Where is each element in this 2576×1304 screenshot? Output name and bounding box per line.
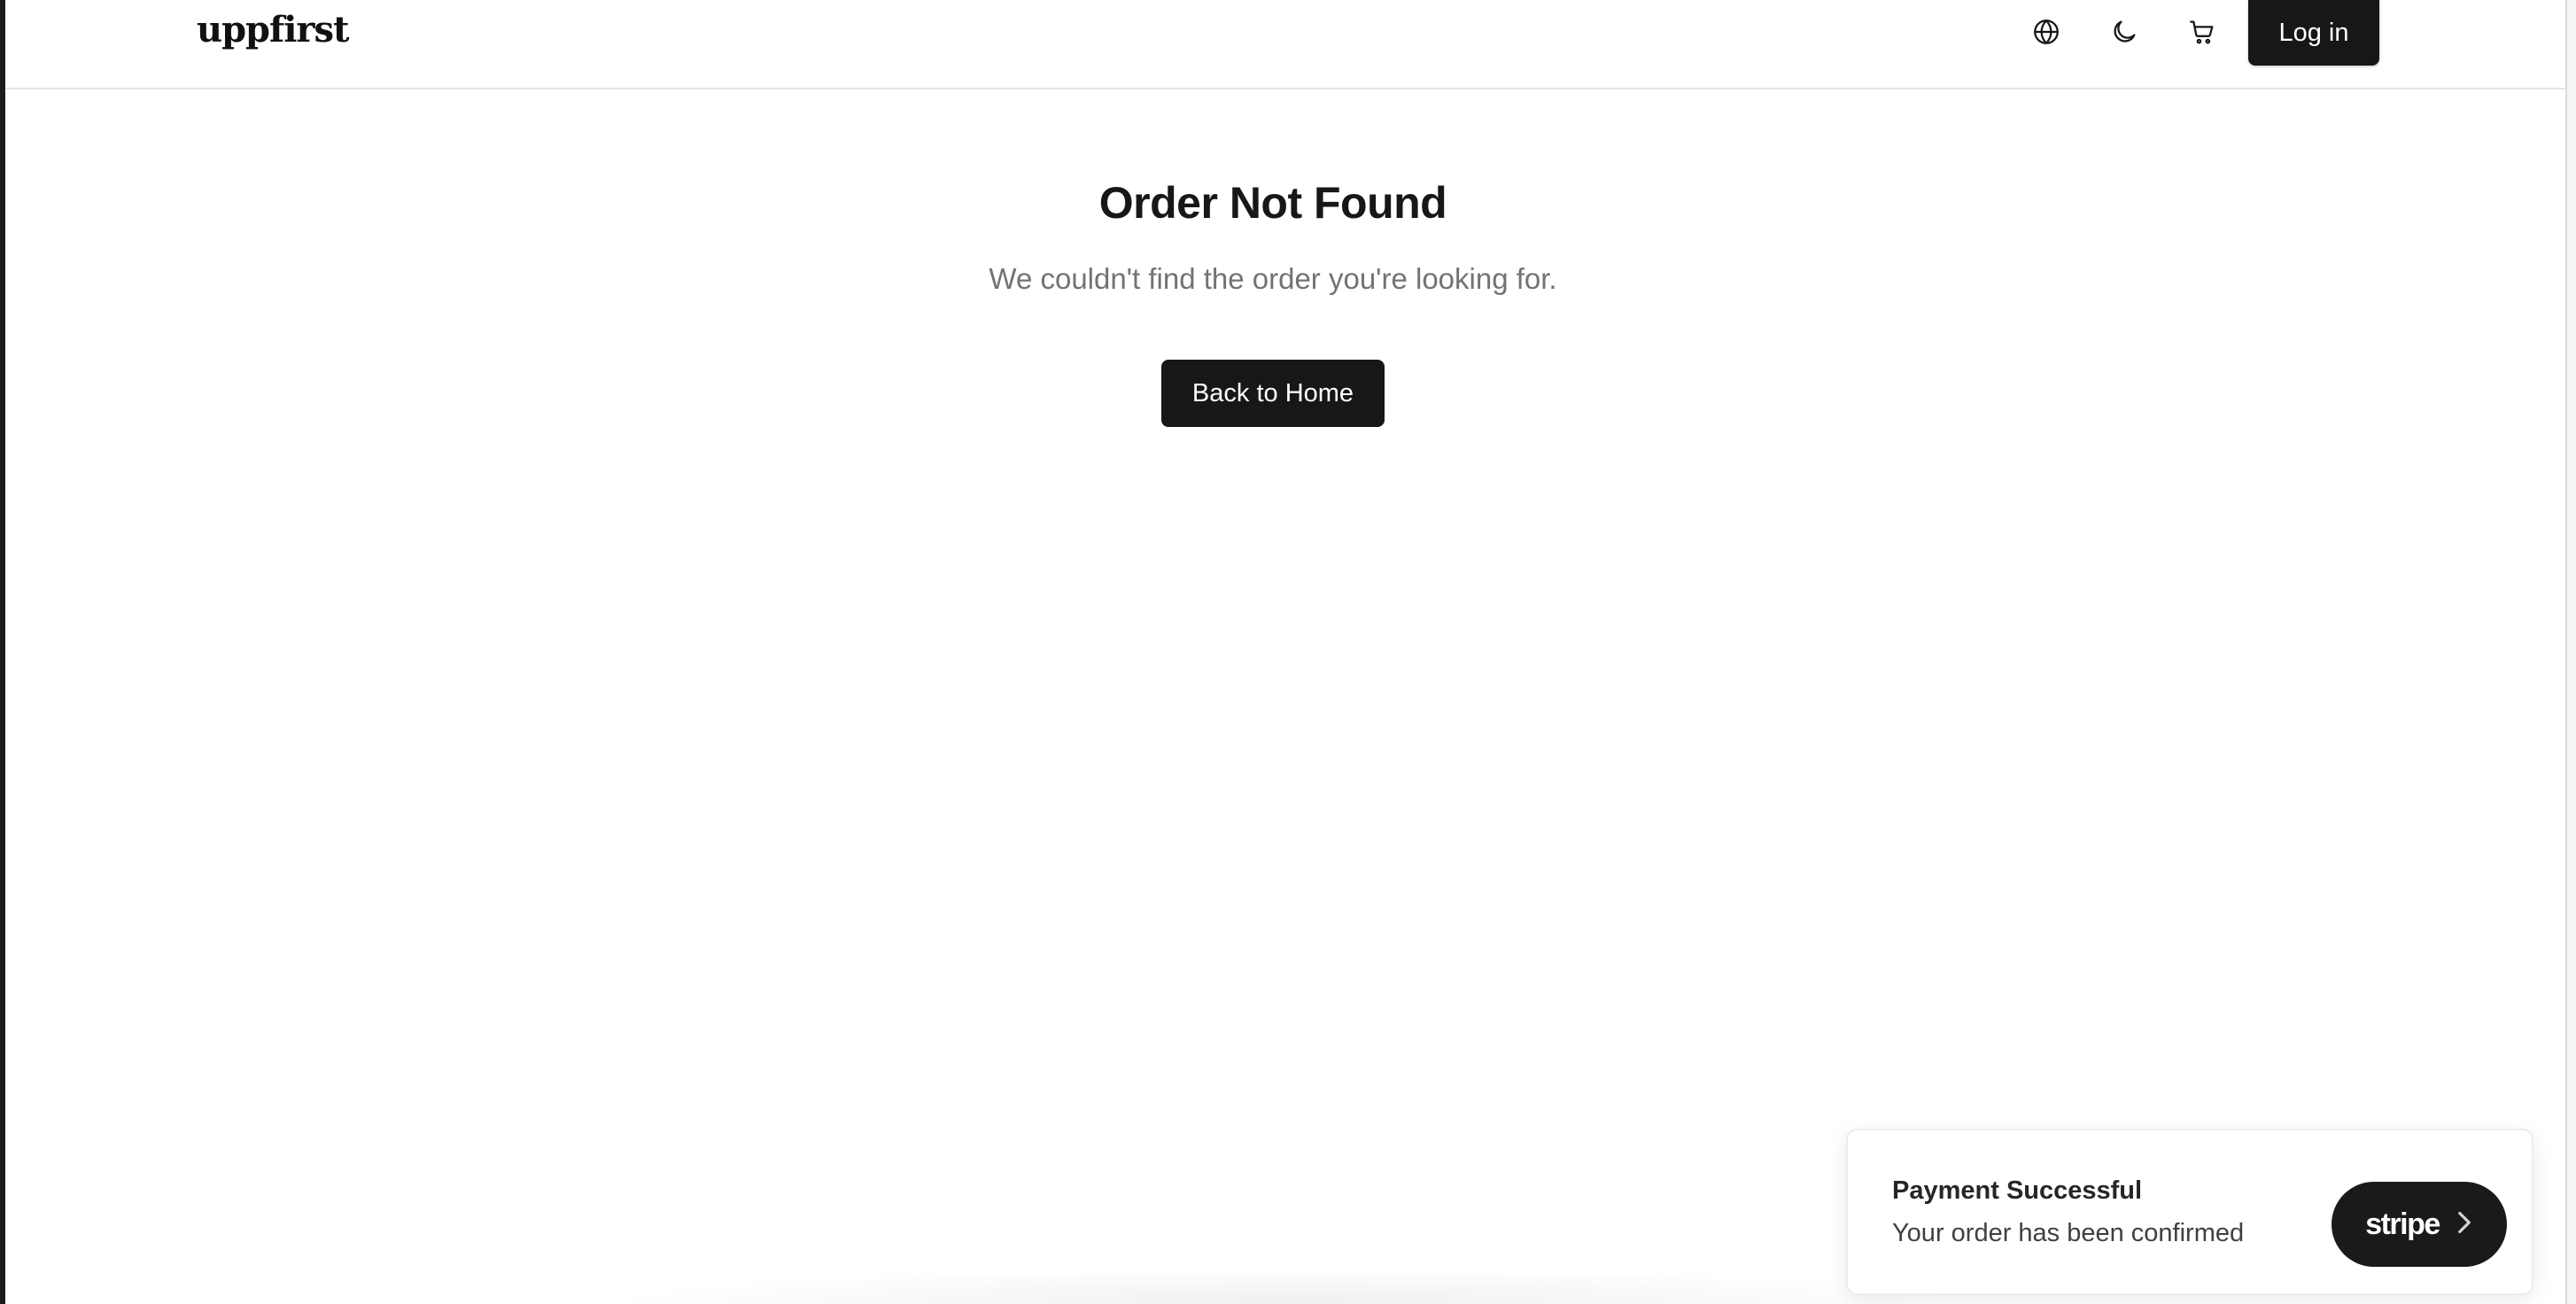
cart-icon[interactable]	[2181, 11, 2223, 53]
chevron-right-icon	[2456, 1210, 2473, 1239]
globe-icon[interactable]	[2025, 11, 2068, 53]
login-button[interactable]: Log in	[2248, 0, 2379, 66]
back-to-home-button[interactable]: Back to Home	[1161, 360, 1385, 427]
site-header: uppfirst Log in	[5, 0, 2565, 89]
toast-message: Your order has been confirmed	[1892, 1219, 2245, 1247]
toast-title: Payment Successful	[1892, 1176, 2143, 1205]
scrollbar[interactable]	[2567, 0, 2576, 1304]
payment-toast: Payment Successful Your order has been c…	[1846, 1129, 2533, 1295]
bottom-shadow	[602, 1267, 1984, 1304]
browser-viewport: uppfirst Log in Order Not Found We could…	[0, 0, 2576, 1304]
page-title: Order Not Found	[1098, 178, 1447, 228]
brand-logo[interactable]: uppfirst	[197, 9, 349, 50]
stripe-logo: stripe	[2365, 1207, 2440, 1241]
page-subtitle: We couldn't find the order you're lookin…	[989, 262, 1557, 295]
stripe-button[interactable]: stripe	[2332, 1182, 2507, 1267]
moon-icon[interactable]	[2103, 11, 2145, 53]
